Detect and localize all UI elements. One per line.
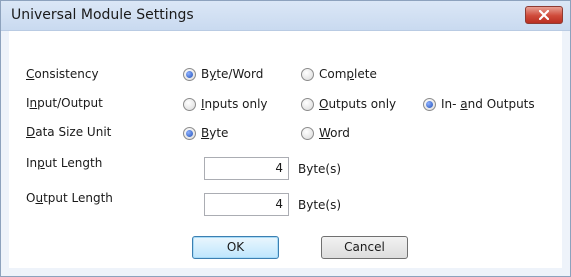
data-size-unit-label: Data Size Unit [26,125,112,139]
radio-complete[interactable]: Complete [301,67,377,81]
radio-indicator[interactable] [301,97,314,111]
radio-byte-word[interactable]: Byte/Word [183,67,263,81]
radio-label: Outputs only [319,97,397,111]
title-bar[interactable]: Universal Module Settings [1,1,570,31]
output-length-unit: Byte(s) [298,198,342,212]
radio-indicator[interactable] [183,97,196,111]
radio-inputs-only[interactable]: Inputs only [183,97,268,111]
radio-word[interactable]: Word [301,126,350,140]
radio-indicator[interactable] [183,126,196,140]
radio-indicator[interactable] [423,97,436,111]
output-length-field[interactable]: 4 [204,193,289,216]
radio-label: Word [319,126,350,140]
consistency-label: Consistency [26,67,99,81]
input-length-unit: Byte(s) [298,162,342,176]
radio-byte[interactable]: Byte [183,126,228,140]
radio-indicator[interactable] [301,67,314,81]
input-length-field[interactable]: 4 [204,157,289,180]
cancel-button[interactable]: Cancel [321,236,408,259]
radio-in-and-outputs[interactable]: In- and Outputs [423,97,535,111]
close-icon [539,10,549,20]
radio-label: Complete [319,67,377,81]
radio-outputs-only[interactable]: Outputs only [301,97,396,111]
radio-indicator[interactable] [301,126,314,140]
input-output-label: Input/Output [26,96,103,110]
input-length-label: Input Length [26,156,103,170]
ok-button[interactable]: OK [192,236,279,259]
close-button[interactable] [525,6,563,24]
output-length-label: Output Length [26,191,113,205]
radio-label: Byte [201,126,229,140]
radio-label: Byte/Word [201,67,264,81]
radio-label: Inputs only [201,97,268,111]
radio-label: In- and Outputs [441,97,535,111]
dialog-title: Universal Module Settings [11,7,194,23]
settings-dialog: Universal Module Settings Consistency By… [0,0,571,277]
radio-indicator[interactable] [183,67,196,81]
